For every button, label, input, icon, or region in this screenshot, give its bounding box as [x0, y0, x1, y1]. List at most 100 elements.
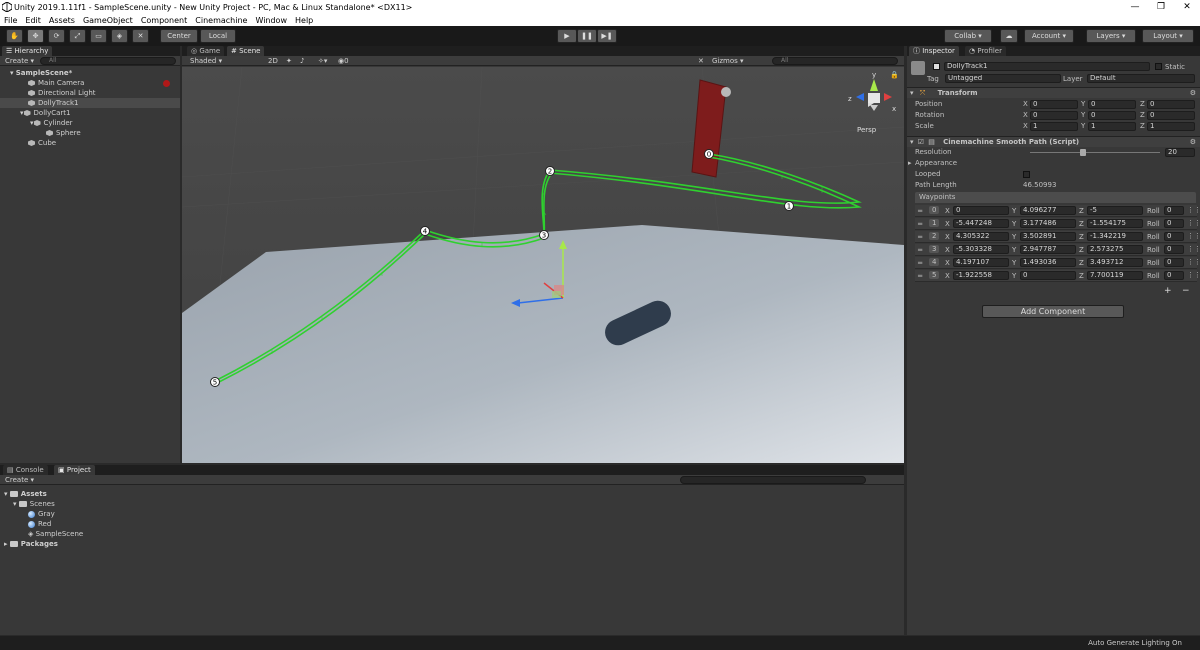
hierarchy-item-directional-light[interactable]: Directional Light — [0, 88, 180, 98]
rotate-tool-button[interactable]: ⟳ — [48, 29, 65, 43]
tab-scene[interactable]: # Scene — [227, 46, 265, 56]
tree-item-packages[interactable]: ▸ Packages — [0, 539, 904, 549]
waypoint-roll-field[interactable]: 0 — [1164, 206, 1184, 215]
menu-help[interactable]: Help — [291, 16, 317, 25]
tab-hierarchy[interactable]: ☰ Hierarchy — [2, 46, 53, 56]
layout-dropdown[interactable]: Layout ▾ — [1142, 29, 1194, 43]
step-button[interactable]: ▶❚ — [597, 29, 617, 43]
object-name-field[interactable]: DollyTrack1 — [944, 62, 1150, 71]
waypoint-y-field[interactable]: 1.493036 — [1020, 258, 1076, 267]
waypoint-y-field[interactable]: 4.096277 — [1020, 206, 1076, 215]
row-menu-icon[interactable]: ⋮⋮ — [1187, 245, 1200, 253]
menu-component[interactable]: Component — [137, 16, 191, 25]
hand-tool-button[interactable]: ✋ — [6, 29, 23, 43]
shading-mode-dropdown[interactable]: Shaded ▾ — [190, 56, 222, 66]
rotation-y-field[interactable]: 0 — [1088, 111, 1136, 120]
waypoint-roll-field[interactable]: 0 — [1164, 245, 1184, 254]
scale-z-field[interactable]: 1 — [1147, 122, 1195, 131]
close-button[interactable]: ✕ — [1174, 0, 1200, 14]
add-component-button[interactable]: Add Component — [982, 305, 1124, 318]
row-menu-icon[interactable]: ⋮⋮ — [1187, 271, 1200, 279]
hierarchy-item-cube[interactable]: Cube — [0, 138, 180, 148]
menu-file[interactable]: File — [0, 16, 21, 25]
waypoint-y-field[interactable]: 3.502891 — [1020, 232, 1076, 241]
smooth-path-header[interactable]: ▾ ☑ ▤ Cinemachine Smooth Path (Script) ⚙ — [907, 136, 1200, 147]
waypoint-z-field[interactable]: -5 — [1087, 206, 1143, 215]
hierarchy-item-main-camera[interactable]: Main Camera — [0, 78, 180, 88]
account-dropdown[interactable]: Account ▾ — [1024, 29, 1074, 43]
cloud-button[interactable]: ☁ — [1000, 29, 1018, 43]
hidden-objects-counter[interactable]: ◉0 — [338, 56, 349, 66]
layers-dropdown[interactable]: Layers ▾ — [1086, 29, 1136, 43]
waypoint-roll-field[interactable]: 0 — [1164, 232, 1184, 241]
waypoint-z-field[interactable]: -1.342219 — [1087, 232, 1143, 241]
menu-cinemachine[interactable]: Cinemachine — [191, 16, 251, 25]
looped-checkbox[interactable] — [1023, 171, 1030, 178]
play-button[interactable]: ▶ — [557, 29, 577, 43]
expand-arrow-icon[interactable]: ▾ — [30, 119, 34, 127]
waypoint-z-field[interactable]: 3.493712 — [1087, 258, 1143, 267]
waypoint-z-field[interactable]: 7.700119 — [1087, 271, 1143, 280]
scale-y-field[interactable]: 1 — [1088, 122, 1136, 131]
tab-inspector[interactable]: ⓘ Inspector — [909, 46, 959, 56]
waypoint-roll-field[interactable]: 0 — [1164, 271, 1184, 280]
transform-header[interactable]: ▾ ⤧ Transform ⚙ — [907, 87, 1200, 98]
remove-waypoint-button[interactable]: − — [1182, 286, 1190, 296]
scale-tool-button[interactable]: ⤢ — [69, 29, 86, 43]
menu-assets[interactable]: Assets — [45, 16, 79, 25]
rotation-x-field[interactable]: 0 — [1030, 111, 1078, 120]
add-waypoint-button[interactable]: + — [1164, 286, 1172, 296]
expand-arrow-icon[interactable]: ▾ — [910, 138, 914, 146]
transform-tool-button[interactable]: ◈ — [111, 29, 128, 43]
tab-project[interactable]: ▣ Project — [54, 465, 95, 475]
hierarchy-create-button[interactable]: Create ▾ — [5, 56, 34, 66]
menu-edit[interactable]: Edit — [21, 16, 45, 25]
scene-root-row[interactable]: ▾ SampleScene* — [0, 68, 180, 78]
scale-x-field[interactable]: 1 — [1030, 122, 1078, 131]
tree-item-samplescene[interactable]: ◈ SampleScene — [0, 529, 904, 539]
row-menu-icon[interactable]: ⋮⋮ — [1187, 206, 1200, 214]
drag-handle-icon[interactable]: ═ — [918, 272, 922, 280]
resolution-field[interactable]: 20 — [1165, 148, 1195, 157]
tree-item-scenes[interactable]: ▾ Scenes — [0, 499, 904, 509]
persp-label[interactable]: Persp — [857, 126, 877, 134]
lighting-toggle-icon[interactable]: ✦ — [286, 56, 292, 66]
appearance-row[interactable]: ▸ Appearance — [907, 158, 1200, 169]
hierarchy-item-dollycart1[interactable]: ▾ DollyCart1 — [0, 108, 180, 118]
position-x-field[interactable]: 0 — [1030, 100, 1078, 109]
waypoint-x-field[interactable]: 4.197107 — [953, 258, 1009, 267]
waypoint-x-field[interactable]: 0 — [953, 206, 1009, 215]
scene-viewport[interactable]: 0 1 2 3 4 5 y x z Persp 🔒 — [182, 67, 904, 463]
tab-game[interactable]: ◎ Game — [187, 46, 225, 56]
hierarchy-item-dollytrack1[interactable]: DollyTrack1 — [0, 98, 180, 108]
resolution-slider-thumb[interactable] — [1079, 149, 1086, 156]
menu-gameobject[interactable]: GameObject — [79, 16, 137, 25]
tab-console[interactable]: ▤ Console — [3, 465, 48, 475]
pause-button[interactable]: ❚❚ — [577, 29, 597, 43]
drag-handle-icon[interactable]: ═ — [918, 259, 922, 267]
active-checkbox[interactable] — [933, 63, 940, 70]
waypoint-x-field[interactable]: -1.922558 — [953, 271, 1009, 280]
layer-dropdown[interactable]: Default — [1087, 74, 1195, 83]
expand-arrow-icon[interactable]: ▾ — [20, 109, 24, 117]
position-y-field[interactable]: 0 — [1088, 100, 1136, 109]
move-tool-button[interactable]: ✥ — [27, 29, 44, 43]
project-create-button[interactable]: Create ▾ — [5, 475, 34, 485]
hierarchy-item-sphere[interactable]: Sphere — [0, 128, 180, 138]
expand-arrow-icon[interactable]: ▾ — [910, 89, 914, 97]
waypoint-x-field[interactable]: -5.447248 — [953, 219, 1009, 228]
waypoint-z-field[interactable]: -1.554175 — [1087, 219, 1143, 228]
waypoint-z-field[interactable]: 2.573275 — [1087, 245, 1143, 254]
row-menu-icon[interactable]: ⋮⋮ — [1187, 232, 1200, 240]
static-checkbox[interactable] — [1155, 63, 1162, 70]
component-settings-icon[interactable]: ⚙ — [1190, 88, 1196, 99]
menu-window[interactable]: Window — [251, 16, 291, 25]
tree-item-assets[interactable]: ▾ Assets — [0, 489, 904, 499]
waypoint-roll-field[interactable]: 0 — [1164, 258, 1184, 267]
tools-icon[interactable]: ✕ — [698, 56, 704, 66]
position-z-field[interactable]: 0 — [1147, 100, 1195, 109]
row-menu-icon[interactable]: ⋮⋮ — [1187, 258, 1200, 266]
mode-2d-toggle[interactable]: 2D — [268, 56, 278, 66]
custom-tool-button[interactable]: ✕ — [132, 29, 149, 43]
tree-item-red[interactable]: Red — [0, 519, 904, 529]
